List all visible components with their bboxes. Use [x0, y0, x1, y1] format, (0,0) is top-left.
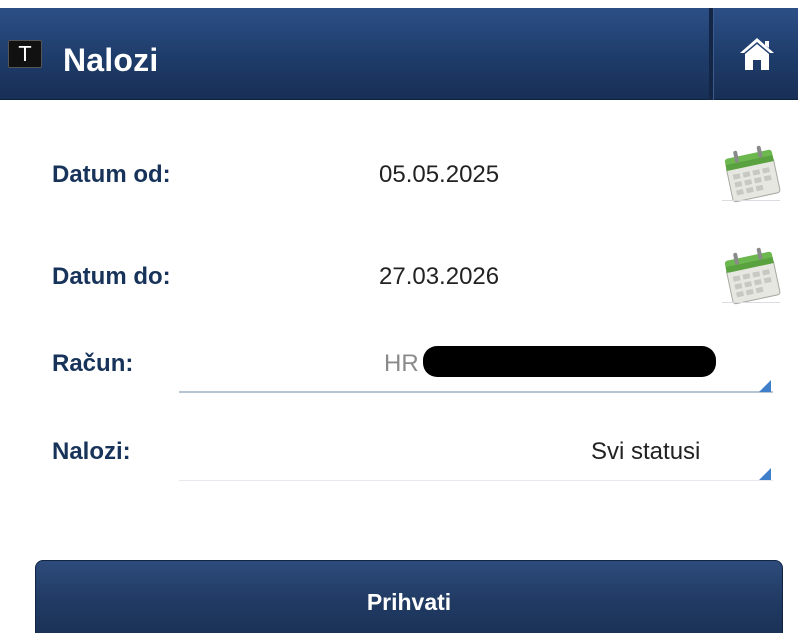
- home-icon: [740, 38, 774, 70]
- dropdown-arrow-icon: [759, 380, 771, 392]
- date-to-label: Datum do:: [52, 263, 171, 290]
- calendar-icon: [722, 145, 781, 203]
- account-label: Račun:: [52, 350, 134, 377]
- date-from-value[interactable]: 05.05.2025: [379, 161, 499, 189]
- date-to-value[interactable]: 27.03.2026: [379, 263, 499, 291]
- home-button[interactable]: [716, 8, 798, 100]
- date-from-calendar-button[interactable]: [720, 140, 782, 209]
- app-badge-icon: T: [8, 40, 42, 68]
- page-title: Nalozi: [63, 42, 159, 78]
- orders-underline: [179, 480, 773, 481]
- accept-button[interactable]: Prihvati: [35, 560, 783, 633]
- date-from-label: Datum od:: [52, 161, 171, 188]
- account-underline: [179, 391, 773, 393]
- app-header: T Nalozi: [0, 8, 798, 100]
- date-to-calendar-button[interactable]: [720, 242, 782, 311]
- orders-label: Nalozi:: [52, 438, 131, 465]
- redaction-bar: [423, 346, 716, 377]
- orders-status-value: Svi statusi: [591, 438, 701, 465]
- dropdown-arrow-icon: [759, 468, 771, 480]
- calendar-icon: [722, 247, 781, 305]
- accept-button-label: Prihvati: [366, 589, 452, 615]
- account-value: HR: [384, 350, 419, 377]
- header-divider: [709, 8, 713, 100]
